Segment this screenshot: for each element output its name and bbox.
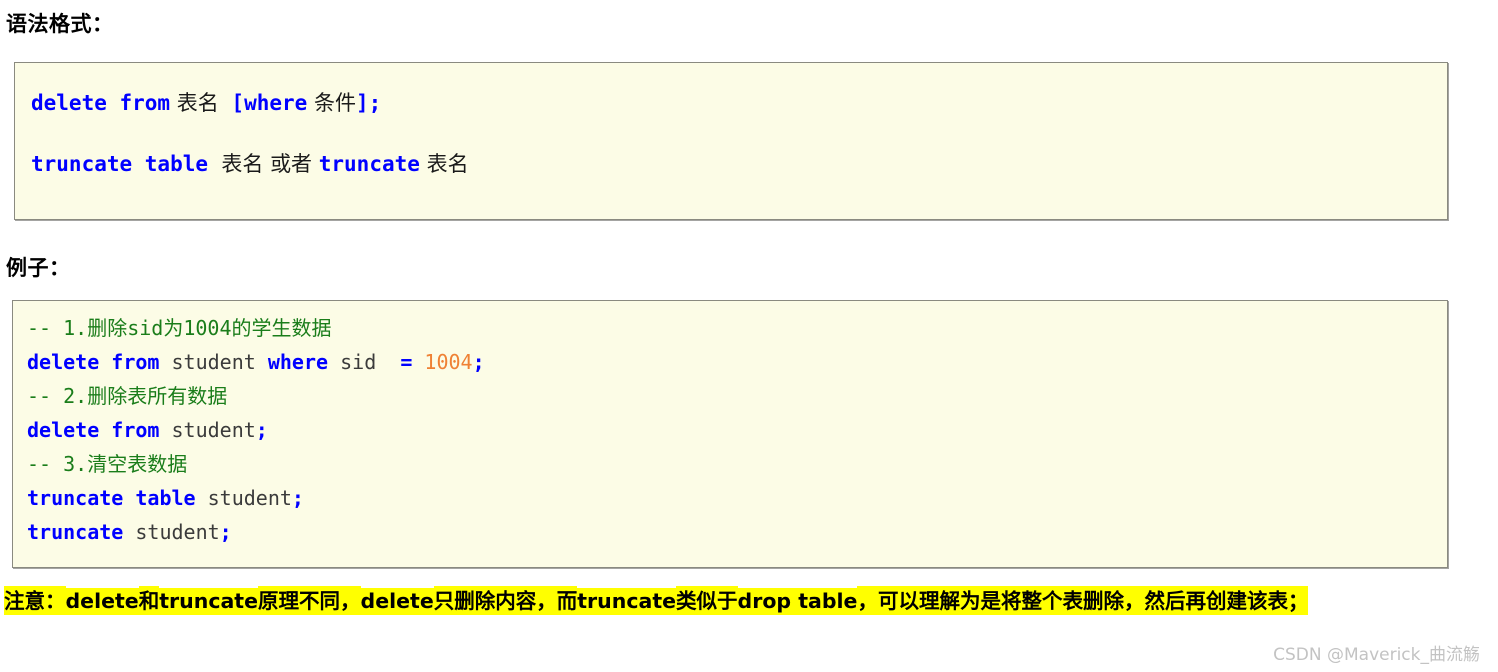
literal-number-1004: 1004 xyxy=(424,350,473,374)
syntax-code-line-2: truncate table 表名 或者 truncate 表名 xyxy=(31,150,1447,178)
placeholder-condition-space xyxy=(307,91,314,115)
syntax-code-line-1: delete from 表名 [where 条件]; xyxy=(31,89,1447,117)
keyword-truncate-table: truncate table xyxy=(31,152,209,176)
example-code-block: -- 1.删除sid为1004的学生数据 delete from student… xyxy=(12,300,1448,568)
note-segment-6: delete xyxy=(360,588,434,615)
sp xyxy=(196,486,208,510)
placeholder-table-name-3: 表名 xyxy=(426,152,469,176)
bracket-close: ]; xyxy=(355,91,382,115)
identifier-student-2: student xyxy=(171,418,256,442)
sp xyxy=(256,350,268,374)
example-statement-2: delete from student; xyxy=(27,413,1447,447)
note-segment-11: ，可以理解为是将整个表删除，然后再创建该表； xyxy=(857,586,1309,615)
semicolon-2: ; xyxy=(255,418,268,442)
identifier-sid: sid xyxy=(340,350,377,374)
sp xyxy=(159,350,171,374)
semicolon-3: ; xyxy=(291,486,304,510)
note-segment-4: truncate xyxy=(159,588,259,615)
keyword-truncate: truncate xyxy=(318,152,420,176)
example-comment-2: -- 2.删除表所有数据 xyxy=(27,379,1447,413)
note-segment-2: delete xyxy=(65,588,139,615)
csdn-watermark: CSDN @Maverick_曲流觞 xyxy=(1273,645,1480,665)
keyword-delete-from-1: delete from xyxy=(27,350,160,374)
note-segment-1: 注意： xyxy=(4,586,66,615)
identifier-student-3: student xyxy=(207,486,292,510)
identifier-student-4: student xyxy=(135,520,220,544)
comment-text-2: -- 2.删除表所有数据 xyxy=(27,384,228,408)
example-statement-3: truncate table student; xyxy=(27,481,1447,515)
spacer-1 xyxy=(208,152,221,176)
sp xyxy=(376,350,400,374)
identifier-student-1: student xyxy=(171,350,256,374)
example-statement-1: delete from student where sid = 1004; xyxy=(27,345,1447,379)
sp xyxy=(159,418,171,442)
example-comment-1: -- 1.删除sid为1004的学生数据 xyxy=(27,311,1447,345)
note-paragraph: 注意：delete和truncate原理不同，delete只删除内容，而trun… xyxy=(4,586,1484,616)
note-segment-8: truncate xyxy=(577,588,677,615)
note-segment-10: drop table xyxy=(737,588,858,615)
keyword-truncate-table-1: truncate table xyxy=(27,486,196,510)
comment-text-1: -- 1.删除sid为1004的学生数据 xyxy=(27,316,332,340)
example-comment-3: -- 3.清空表数据 xyxy=(27,447,1447,481)
spacer-3 xyxy=(312,152,319,176)
example-statement-4: truncate student; xyxy=(27,515,1447,549)
bracket-where-text: [where xyxy=(231,91,308,115)
syntax-code-block: delete from 表名 [where 条件]; truncate tabl… xyxy=(14,62,1448,220)
spacer-4 xyxy=(420,152,427,176)
bracket-where xyxy=(219,91,232,115)
operator-equals: = xyxy=(400,350,413,374)
sp xyxy=(328,350,340,374)
note-segment-7: 只删除内容，而 xyxy=(433,586,578,615)
keyword-delete-from: delete from xyxy=(31,91,171,115)
note-segment-9: 类似于 xyxy=(676,586,738,615)
placeholder-condition: 条件 xyxy=(313,91,356,115)
sp xyxy=(412,350,424,374)
keyword-truncate-2: truncate xyxy=(27,520,124,544)
placeholder-table-name-2: 表名 xyxy=(221,152,264,176)
placeholder-table-name xyxy=(170,91,177,115)
example-heading: 例子： xyxy=(6,256,71,280)
placeholder-table-name-text: 表名 xyxy=(176,91,219,115)
note-segment-3: 和 xyxy=(138,586,160,615)
sp xyxy=(123,520,135,544)
semicolon-4: ; xyxy=(219,520,232,544)
semicolon-1: ; xyxy=(472,350,485,374)
keyword-where-1: where xyxy=(267,350,329,374)
keyword-delete-from-2: delete from xyxy=(27,418,160,442)
syntax-format-heading: 语法格式： xyxy=(6,12,114,36)
note-segment-5: 原理不同， xyxy=(258,586,361,615)
comment-text-3: -- 3.清空表数据 xyxy=(27,452,188,476)
conjunction-or: 或者 xyxy=(270,152,313,176)
